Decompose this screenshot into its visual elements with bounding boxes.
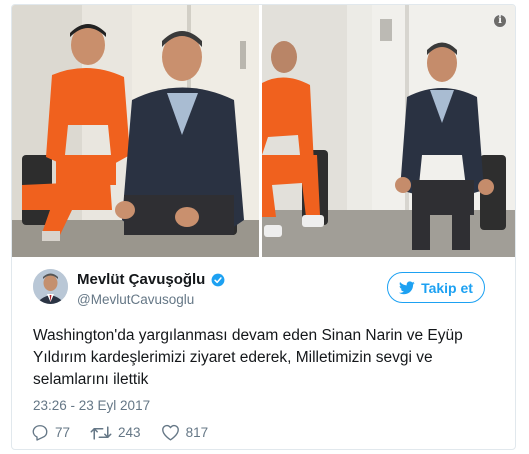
heart-icon xyxy=(161,424,179,441)
tweet-timestamp[interactable]: 23:26 - 23 Eyl 2017 xyxy=(33,398,150,413)
photo-left[interactable] xyxy=(12,5,259,257)
photo-right[interactable]: i xyxy=(262,5,515,257)
tweet-actions: 77 243 817 xyxy=(31,424,228,441)
verified-badge-icon xyxy=(211,273,225,286)
info-icon[interactable]: i xyxy=(493,14,507,28)
tweet-text: Washington'da yargılanması devam eden Si… xyxy=(33,327,463,388)
reply-count: 77 xyxy=(55,425,71,440)
tweet-media[interactable]: i xyxy=(12,5,515,257)
tweet-header: Mevlüt Çavuşoğlu @MevlutCavusoglu Takip … xyxy=(33,269,495,315)
photo-left-image xyxy=(12,5,259,257)
reply-icon xyxy=(32,425,48,441)
like-count: 817 xyxy=(185,425,209,440)
avatar[interactable] xyxy=(33,269,68,304)
like-action[interactable]: 817 xyxy=(161,424,209,441)
photo-right-image xyxy=(262,5,515,257)
retweet-icon xyxy=(90,425,112,440)
reply-action[interactable]: 77 xyxy=(31,424,70,441)
retweet-action[interactable]: 243 xyxy=(90,425,141,441)
follow-button[interactable]: Takip et xyxy=(387,272,485,303)
avatar-image xyxy=(33,269,68,304)
retweet-count: 243 xyxy=(118,425,141,440)
twitter-bird-icon xyxy=(399,280,415,294)
author-display-name[interactable]: Mevlüt Çavuşoğlu xyxy=(77,271,205,288)
author-name-row[interactable]: Mevlüt Çavuşoğlu xyxy=(77,271,225,288)
author-handle[interactable]: @MevlutCavusoglu xyxy=(77,292,194,307)
follow-button-label: Takip et xyxy=(421,279,473,296)
tweet-card: i Mevlüt Çavuşoğlu @MevlutCavusoglu Taki… xyxy=(11,4,516,450)
